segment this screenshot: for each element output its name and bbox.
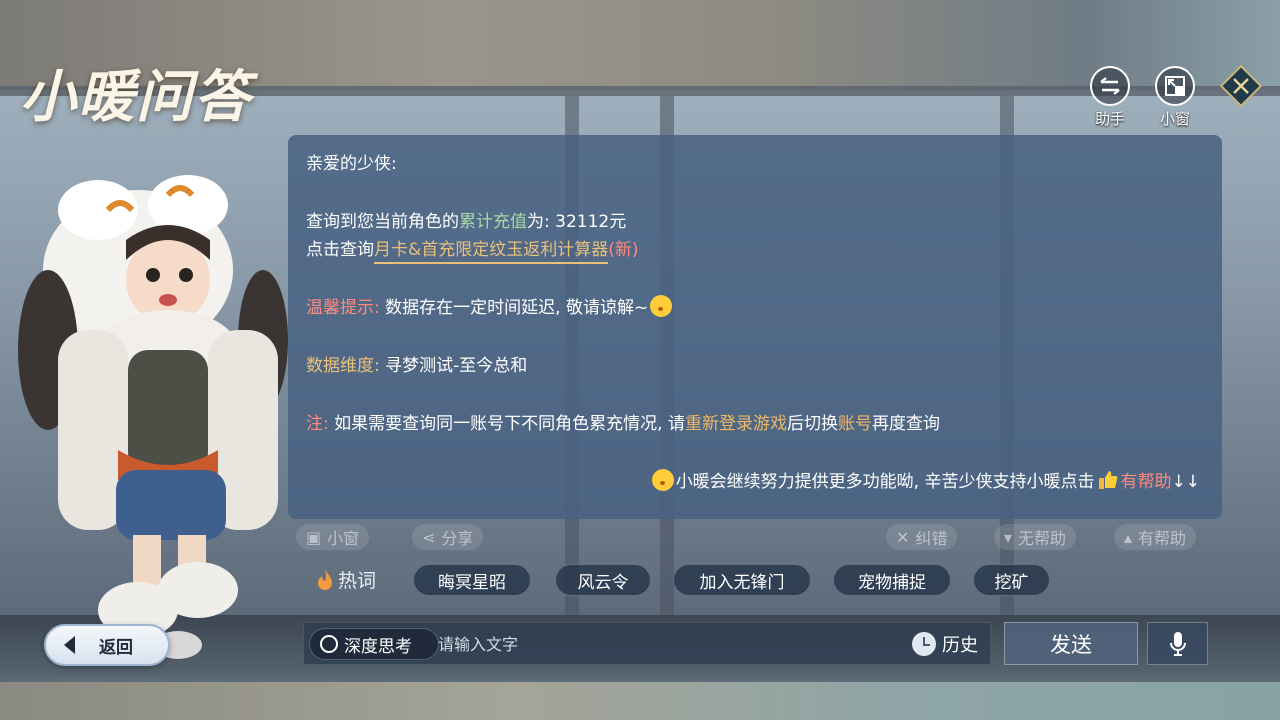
- footer-arrows: ↓↓: [1171, 472, 1201, 492]
- note-line: 注: 如果需要查询同一账号下不同角色累充情况, 请重新登录游戏后切换账号再度查询: [306, 409, 940, 434]
- note-text-1: 如果需要查询同一账号下不同角色累充情况, 请: [334, 414, 685, 434]
- recharge-prefix: 查询到您当前角色的: [306, 212, 459, 232]
- history-label: 历史: [942, 635, 978, 656]
- send-button[interactable]: 发送: [1004, 622, 1138, 665]
- recharge-line: 查询到您当前角色的累计充值为: 32112元: [306, 207, 626, 232]
- radio-icon: [320, 635, 338, 653]
- voice-button[interactable]: [1147, 622, 1208, 665]
- history-button[interactable]: 历史: [912, 631, 978, 657]
- deep-think-toggle[interactable]: 深度思考: [309, 628, 439, 660]
- footer-helpful-link[interactable]: 有帮助: [1121, 472, 1172, 492]
- fire-icon: [318, 569, 332, 590]
- greeting: 亲爱的少侠:: [306, 154, 397, 174]
- footer-text: 小暖会继续努力提供更多功能呦, 辛苦少侠支持小暖点击: [675, 472, 1095, 492]
- calculator-prefix: 点击查询: [306, 240, 374, 260]
- dimension-text: 寻梦测试-至今总和: [385, 356, 528, 376]
- hot-chip[interactable]: 加入无锋门: [673, 564, 811, 596]
- minimize-window-icon: [1155, 66, 1195, 106]
- calculator-link[interactable]: 月卡&首充限定纹玉返利计算器: [374, 240, 609, 264]
- kiss-emoji-icon: [651, 469, 674, 491]
- calculator-line: 点击查询月卡&首充限定纹玉返利计算器(新): [306, 235, 639, 264]
- new-tag: (新): [608, 240, 639, 260]
- share-action[interactable]: ⋖ 分享: [412, 524, 484, 550]
- unhelpful-action-label: 无帮助: [1018, 529, 1067, 548]
- assistant-button[interactable]: 助手: [1088, 66, 1132, 129]
- back-button[interactable]: 返回: [44, 624, 170, 666]
- tip-label: 温馨提示:: [306, 298, 380, 318]
- hot-chip[interactable]: 挖矿: [973, 564, 1050, 596]
- footer-line: 小暖会继续努力提供更多功能呦, 辛苦少侠支持小暖点击 有帮助↓↓: [650, 467, 1200, 492]
- chat-input-bar: 深度思考 历史: [303, 622, 991, 665]
- back-label: 返回: [99, 637, 133, 658]
- answer-panel: 亲爱的少侠: 查询到您当前角色的累计充值为: 32112元 点击查询月卡&首充限…: [288, 135, 1222, 519]
- small-window-action[interactable]: ▣ 小窗: [296, 524, 370, 550]
- small-window-button[interactable]: 小窗: [1153, 66, 1197, 129]
- small-window-label: 小窗: [1159, 110, 1190, 128]
- note-text-3: 再度查询: [871, 414, 940, 434]
- recharge-highlight: 累计充值: [459, 212, 527, 232]
- swap-icon: [1090, 66, 1130, 106]
- hot-chip[interactable]: 宠物捕捉: [833, 564, 951, 596]
- kiss-emoji-icon: [650, 295, 673, 317]
- note-text-2: 后切换: [786, 414, 838, 434]
- helpful-action[interactable]: ▴ 有帮助: [1114, 524, 1197, 550]
- tip-text: 数据存在一定时间延迟, 敬请谅解~: [385, 298, 649, 318]
- account-highlight: 账号: [837, 414, 872, 434]
- share-action-label: 分享: [441, 529, 474, 548]
- back-arrow-icon: [64, 636, 75, 654]
- relogin-highlight: 重新登录游戏: [684, 414, 787, 434]
- background-bottom-strip: [0, 682, 1280, 720]
- cross-icon: ✕: [896, 527, 910, 547]
- hot-chip[interactable]: 风云令: [555, 564, 651, 596]
- thumbs-down-icon: ▾: [1004, 527, 1013, 547]
- mascot-character-image: [18, 175, 288, 659]
- note-label: 注:: [306, 414, 329, 434]
- recharge-value: 为: 32112元: [527, 212, 627, 232]
- unhelpful-action[interactable]: ▾ 无帮助: [994, 524, 1077, 550]
- dimension-label: 数据维度:: [306, 356, 380, 376]
- message-input[interactable]: [438, 629, 898, 659]
- page-title: 小暖问答: [20, 64, 252, 130]
- hot-words-label: 热词: [316, 566, 376, 593]
- tip-line: 温馨提示: 数据存在一定时间延迟, 敬请谅解~: [306, 293, 674, 318]
- small-window-action-label: 小窗: [327, 529, 360, 548]
- hot-chip[interactable]: 晦冥星昭: [413, 564, 531, 596]
- close-button[interactable]: [1219, 64, 1263, 108]
- deep-think-label: 深度思考: [344, 636, 412, 657]
- share-icon: ⋖: [422, 527, 436, 547]
- correct-action[interactable]: ✕ 纠错: [886, 524, 958, 550]
- thumbs-up-icon: ▴: [1124, 527, 1133, 547]
- microphone-icon: [1169, 631, 1186, 656]
- window-icon: ▣: [306, 527, 322, 547]
- close-icon: [1219, 64, 1263, 108]
- dimension-line: 数据维度: 寻梦测试-至今总和: [306, 351, 527, 376]
- thumbs-up-icon: [1098, 471, 1117, 489]
- correct-action-label: 纠错: [915, 529, 948, 548]
- hot-words-text: 热词: [338, 570, 377, 592]
- assistant-label: 助手: [1094, 110, 1125, 128]
- clock-icon: [912, 632, 936, 656]
- helpful-action-label: 有帮助: [1138, 529, 1187, 548]
